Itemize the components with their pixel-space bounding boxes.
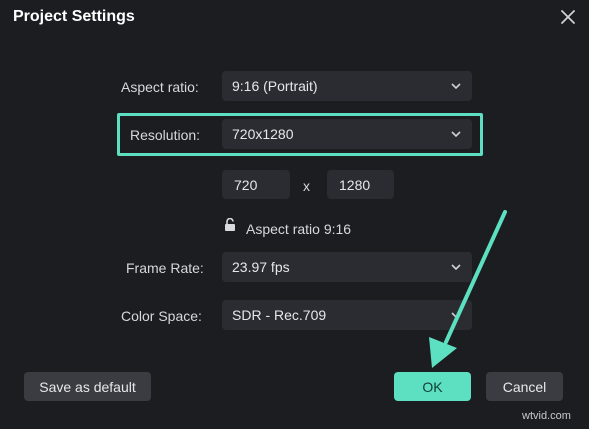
chevron-down-icon bbox=[450, 128, 462, 140]
chevron-down-icon bbox=[450, 309, 462, 321]
resolution-select[interactable]: 720x1280 bbox=[222, 119, 472, 149]
frame-rate-value: 23.97 fps bbox=[232, 259, 290, 275]
dialog-title: Project Settings bbox=[13, 8, 135, 25]
chevron-down-icon bbox=[450, 261, 462, 273]
save-as-default-button[interactable]: Save as default bbox=[24, 372, 151, 401]
height-input[interactable]: 1280 bbox=[327, 170, 394, 199]
close-icon bbox=[561, 10, 575, 24]
resolution-label: Resolution: bbox=[130, 127, 201, 143]
frame-rate-label: Frame Rate: bbox=[126, 260, 204, 276]
unlocked-padlock-icon bbox=[225, 217, 235, 231]
close-button[interactable] bbox=[557, 6, 579, 28]
color-space-select[interactable]: SDR - Rec.709 bbox=[222, 300, 472, 330]
project-settings-dialog: Project Settings Aspect ratio: 9:16 (Por… bbox=[0, 0, 589, 429]
aspect-ratio-value: 9:16 (Portrait) bbox=[232, 78, 318, 94]
cancel-button[interactable]: Cancel bbox=[486, 372, 563, 401]
ok-button[interactable]: OK bbox=[394, 372, 471, 401]
chevron-down-icon bbox=[450, 80, 462, 92]
aspect-lock-toggle[interactable] bbox=[224, 217, 238, 234]
resolution-value: 720x1280 bbox=[232, 126, 294, 142]
frame-rate-select[interactable]: 23.97 fps bbox=[222, 252, 472, 282]
aspect-ratio-select[interactable]: 9:16 (Portrait) bbox=[222, 71, 472, 101]
watermark-text: wtvid.com bbox=[522, 410, 571, 422]
annotation-arrow bbox=[429, 210, 507, 368]
width-input[interactable]: 720 bbox=[222, 170, 290, 199]
aspect-lock-text: Aspect ratio 9:16 bbox=[246, 221, 352, 237]
aspect-ratio-label: Aspect ratio: bbox=[121, 79, 199, 95]
dimension-separator: x bbox=[303, 178, 310, 194]
color-space-value: SDR - Rec.709 bbox=[232, 307, 327, 323]
color-space-label: Color Space: bbox=[121, 308, 202, 324]
